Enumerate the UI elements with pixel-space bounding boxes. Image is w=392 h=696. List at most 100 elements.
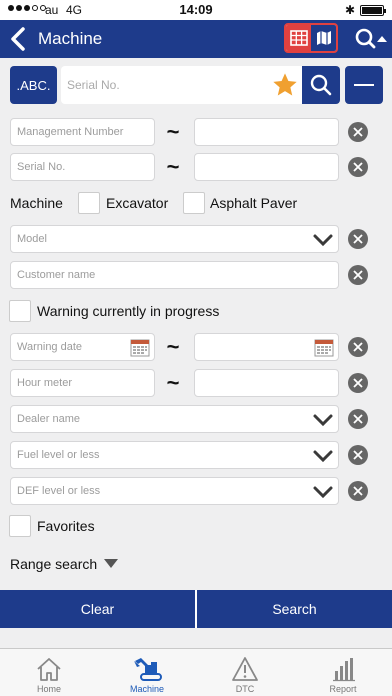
serial-from-input[interactable]: [11, 154, 154, 180]
model-select[interactable]: Model: [10, 225, 339, 253]
close-icon: [353, 162, 363, 172]
back-button[interactable]: [6, 24, 32, 54]
app-header: Machine: [0, 20, 392, 58]
search-panel-toggle[interactable]: [352, 24, 388, 54]
favorites-checkbox[interactable]: [9, 515, 31, 537]
excavator-icon: [134, 658, 162, 681]
battery-icon: [360, 5, 386, 16]
tab-dtc[interactable]: DTC: [196, 649, 294, 696]
serial-to-input[interactable]: [195, 154, 338, 180]
dealer-placeholder: Dealer name: [17, 413, 80, 425]
clear-dealer-button[interactable]: [348, 409, 368, 429]
warning-date-from-field[interactable]: Warning date: [10, 333, 155, 361]
view-toggle: [284, 23, 338, 53]
serial-to-field: [194, 153, 339, 181]
management-number-to-field: [194, 118, 339, 146]
close-icon: [353, 378, 363, 388]
tab-label: Report: [329, 684, 357, 694]
close-icon: [353, 270, 363, 280]
hour-meter-to-input[interactable]: [195, 370, 338, 396]
range-search-toggle[interactable]: Range search: [10, 556, 97, 572]
range-separator: ~: [166, 370, 180, 395]
chevron-down-icon: [313, 234, 333, 247]
tab-label: Home: [36, 684, 61, 694]
clear-fuel-button[interactable]: [348, 445, 368, 465]
table-icon: [289, 30, 308, 46]
clear-def-button[interactable]: [348, 481, 368, 501]
clear-management-number-button[interactable]: [348, 122, 368, 142]
excavator-label: Excavator: [106, 195, 169, 211]
home-icon: [37, 658, 61, 681]
hour-meter-to-field: [194, 369, 339, 397]
customer-name-field: [10, 261, 339, 289]
serial-from-field: [10, 153, 155, 181]
hour-meter-from-input[interactable]: [11, 370, 154, 396]
clear-serial-button[interactable]: [348, 157, 368, 177]
warning-date-placeholder: Warning date: [17, 341, 83, 353]
range-separator: ~: [166, 119, 180, 144]
range-separator: ~: [166, 334, 180, 359]
customer-name-input[interactable]: [11, 262, 338, 288]
management-number-from-field: [10, 118, 155, 146]
tab-machine[interactable]: Machine: [98, 649, 196, 696]
def-level-select[interactable]: DEF level or less: [10, 477, 339, 505]
fuel-level-select[interactable]: Fuel level or less: [10, 441, 339, 469]
minus-icon: [354, 84, 374, 86]
chevron-down-icon: [313, 486, 333, 499]
chevron-down-icon: [313, 450, 333, 463]
close-icon: [353, 450, 363, 460]
excavator-checkbox[interactable]: [78, 192, 100, 214]
clear-model-button[interactable]: [348, 229, 368, 249]
warning-icon: [232, 657, 258, 681]
favorites-label: Favorites: [37, 518, 95, 534]
page-title: Machine: [38, 29, 103, 48]
management-number-from-input[interactable]: [11, 119, 154, 145]
list-view-button[interactable]: [286, 25, 311, 51]
minus-button[interactable]: [345, 66, 383, 104]
clear-hour-meter-button[interactable]: [348, 373, 368, 393]
model-placeholder: Model: [17, 233, 47, 245]
machine-type-label: Machine: [10, 195, 63, 211]
warning-date-to-field[interactable]: [194, 333, 339, 361]
clock: 14:09: [179, 2, 213, 17]
bottom-tab-bar: Home Machine DTC Report: [0, 648, 392, 696]
close-icon: [353, 342, 363, 352]
serial-search-box: [61, 66, 340, 104]
map-view-button[interactable]: [311, 25, 336, 51]
warning-in-progress-label: Warning currently in progress: [37, 303, 220, 319]
dealer-select[interactable]: Dealer name: [10, 405, 339, 433]
status-bar: au 4G 14:09 ✱: [0, 0, 392, 20]
def-placeholder: DEF level or less: [17, 485, 101, 497]
asphalt-paver-checkbox[interactable]: [183, 192, 205, 214]
triangle-down-icon[interactable]: [104, 559, 118, 568]
clear-button[interactable]: Clear: [0, 590, 195, 628]
close-icon: [353, 486, 363, 496]
tab-label: Machine: [129, 684, 165, 694]
map-icon: [316, 31, 331, 45]
serial-search-input[interactable]: [61, 66, 261, 104]
warning-in-progress-checkbox[interactable]: [9, 300, 31, 322]
hour-meter-from-field: [10, 369, 155, 397]
tab-home[interactable]: Home: [0, 649, 98, 696]
clear-customer-button[interactable]: [348, 265, 368, 285]
search-submit-button[interactable]: [302, 66, 340, 104]
search-collapse-icon: [355, 28, 387, 49]
back-arrow-icon: [11, 27, 25, 51]
chevron-down-icon: [313, 414, 333, 427]
asphalt-paver-label: Asphalt Paver: [210, 195, 298, 211]
action-bar: Clear Search: [0, 590, 392, 628]
tab-report[interactable]: Report: [294, 649, 392, 696]
fuel-placeholder: Fuel level or less: [17, 449, 100, 461]
search-mode-button[interactable]: .ABC.: [10, 66, 57, 104]
calendar-icon: [314, 339, 334, 357]
search-icon: [310, 74, 332, 96]
favorite-star-icon[interactable]: [271, 71, 299, 99]
close-icon: [353, 414, 363, 424]
bar-chart-icon: [333, 658, 355, 682]
tab-label: DTC: [235, 684, 255, 694]
management-number-to-input[interactable]: [195, 119, 338, 145]
clear-warning-date-button[interactable]: [348, 337, 368, 357]
search-button[interactable]: Search: [197, 590, 392, 628]
close-icon: [353, 234, 363, 244]
range-separator: ~: [166, 154, 180, 179]
